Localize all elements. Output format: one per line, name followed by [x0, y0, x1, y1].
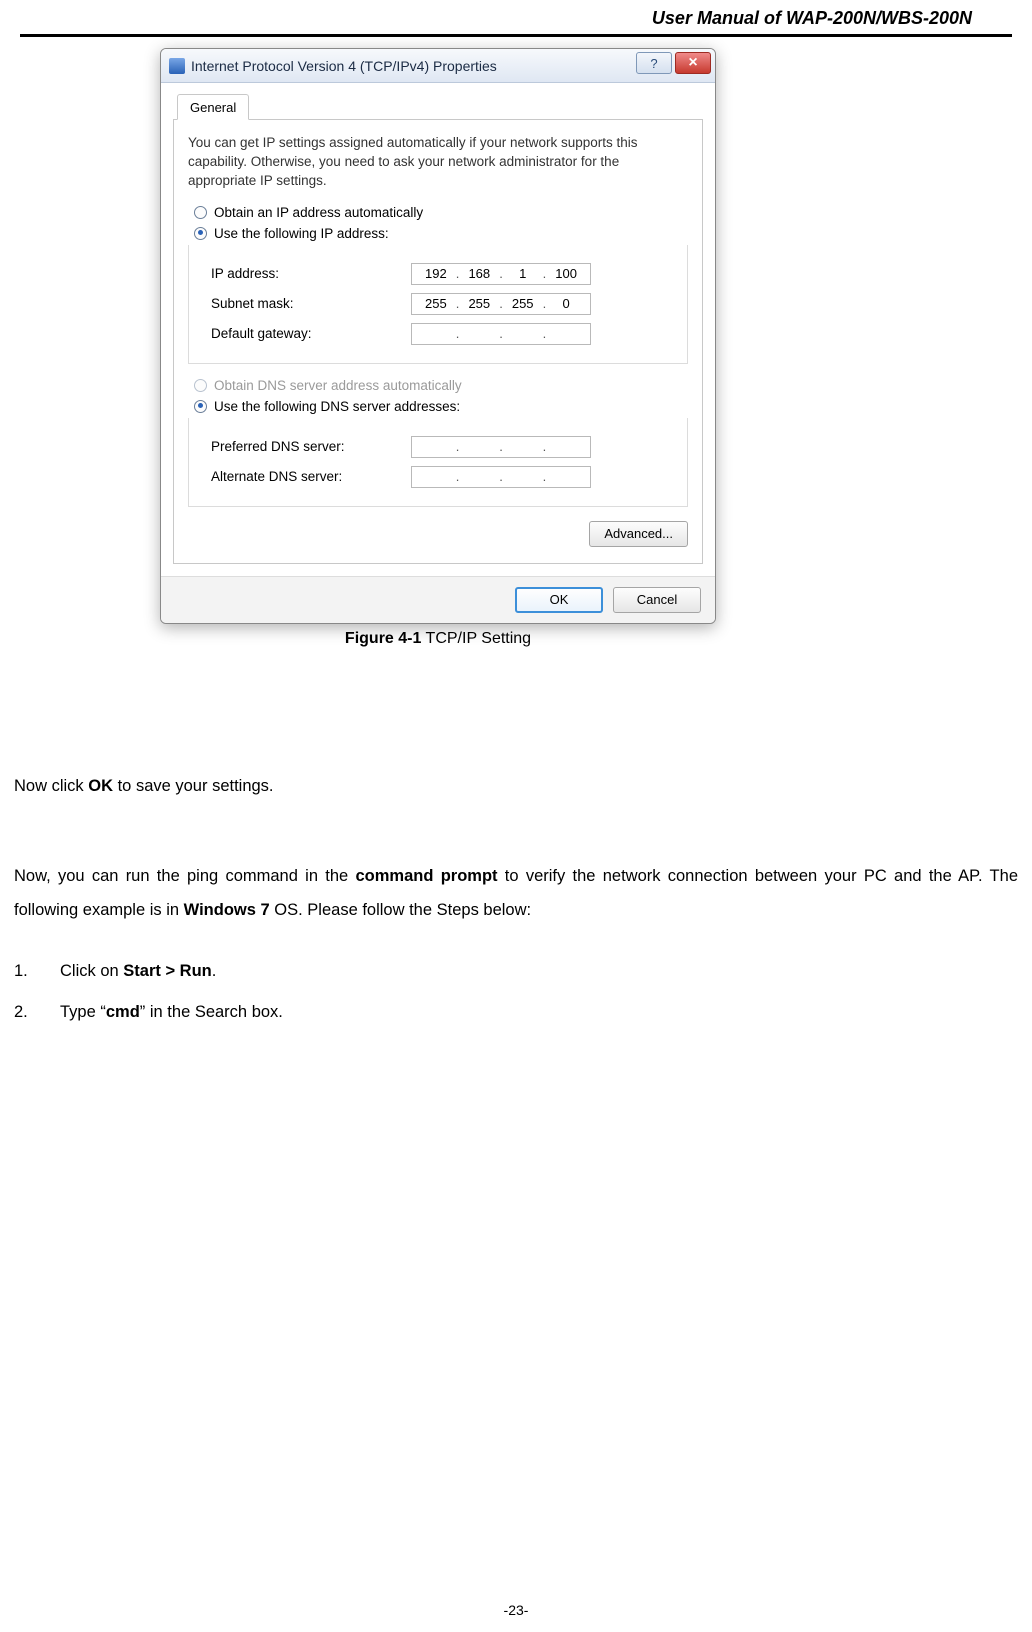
figure-caption: Figure 4-1 TCP/IP Setting [160, 630, 716, 648]
steps-list: 1. Click on Start > Run. 2. Type “cmd” i… [14, 962, 1018, 1044]
step-2: 2. Type “cmd” in the Search box. [14, 1003, 1018, 1022]
radio-icon [194, 400, 207, 413]
text: Now click [14, 777, 88, 795]
bold-text: OK [88, 777, 113, 795]
ip-seg: 255 [464, 296, 494, 311]
page-header-title: User Manual of WAP-200N/WBS-200N [652, 8, 972, 29]
dialog-footer: OK Cancel [161, 576, 715, 623]
ip-address-input[interactable]: 192. 168. 1. 100 [411, 263, 591, 285]
ok-button[interactable]: OK [515, 587, 603, 613]
default-gateway-input[interactable]: . . . [411, 323, 591, 345]
tab-strip: General [173, 93, 703, 120]
dialog-figure: Internet Protocol Version 4 (TCP/IPv4) P… [160, 48, 716, 648]
text: Now, you can run the ping command in the [14, 867, 356, 885]
page-number: -23- [0, 1602, 1032, 1618]
ip-seg: 255 [508, 296, 538, 311]
tcpip-properties-dialog: Internet Protocol Version 4 (TCP/IPv4) P… [160, 48, 716, 624]
ip-address-label: IP address: [211, 266, 411, 281]
dns-group: Preferred DNS server: . . . Alternate DN… [188, 418, 688, 507]
preferred-dns-label: Preferred DNS server: [211, 439, 411, 454]
text: Type “ [60, 1003, 106, 1021]
alternate-dns-label: Alternate DNS server: [211, 469, 411, 484]
alternate-dns-input[interactable]: . . . [411, 466, 591, 488]
radio-label: Use the following IP address: [214, 226, 389, 241]
text: . [212, 962, 217, 980]
tab-content: You can get IP settings assigned automat… [173, 120, 703, 564]
cancel-button[interactable]: Cancel [613, 587, 701, 613]
radio-label: Obtain an IP address automatically [214, 205, 423, 220]
close-button[interactable]: × [675, 52, 711, 74]
preferred-dns-input[interactable]: . . . [411, 436, 591, 458]
radio-label: Use the following DNS server addresses: [214, 399, 460, 414]
tab-general[interactable]: General [177, 94, 249, 120]
step-number: 2. [14, 1003, 60, 1022]
figure-text: TCP/IP Setting [421, 630, 531, 647]
header-rule [20, 34, 1012, 37]
paragraph-click-ok: Now click OK to save your settings. [14, 770, 1018, 804]
radio-icon [194, 206, 207, 219]
bold-text: Start > Run [123, 962, 211, 980]
radio-obtain-dns-auto: Obtain DNS server address automatically [194, 378, 688, 393]
ip-seg: 1 [508, 266, 538, 281]
figure-number: Figure 4-1 [345, 630, 421, 647]
radio-obtain-ip-auto[interactable]: Obtain an IP address automatically [194, 205, 688, 220]
ip-seg: 100 [551, 266, 581, 281]
ip-seg: 192 [421, 266, 451, 281]
radio-icon [194, 227, 207, 240]
ip-address-group: IP address: 192. 168. 1. 100 Subnet mask… [188, 245, 688, 364]
radio-label: Obtain DNS server address automatically [214, 378, 462, 393]
subnet-mask-label: Subnet mask: [211, 296, 411, 311]
text: to save your settings. [113, 777, 274, 795]
text: ” in the Search box. [140, 1003, 283, 1021]
ip-seg: 255 [421, 296, 451, 311]
bold-text: Windows 7 [184, 901, 270, 919]
text: OS. Please follow the Steps below: [270, 901, 531, 919]
network-icon [169, 58, 185, 74]
help-button[interactable]: ? [636, 52, 672, 74]
step-1: 1. Click on Start > Run. [14, 962, 1018, 981]
dialog-title: Internet Protocol Version 4 (TCP/IPv4) P… [191, 58, 497, 74]
ip-seg: 168 [464, 266, 494, 281]
dialog-titlebar: Internet Protocol Version 4 (TCP/IPv4) P… [161, 49, 715, 83]
text: Click on [60, 962, 123, 980]
advanced-button[interactable]: Advanced... [589, 521, 688, 547]
subnet-mask-input[interactable]: 255. 255. 255. 0 [411, 293, 591, 315]
bold-text: cmd [106, 1003, 140, 1021]
radio-use-following-dns[interactable]: Use the following DNS server addresses: [194, 399, 688, 414]
description-text: You can get IP settings assigned automat… [188, 134, 688, 191]
ip-seg: 0 [551, 296, 581, 311]
bold-text: command prompt [356, 867, 498, 885]
radio-use-following-ip[interactable]: Use the following IP address: [194, 226, 688, 241]
step-number: 1. [14, 962, 60, 981]
radio-icon [194, 379, 207, 392]
paragraph-ping: Now, you can run the ping command in the… [14, 860, 1018, 928]
default-gateway-label: Default gateway: [211, 326, 411, 341]
